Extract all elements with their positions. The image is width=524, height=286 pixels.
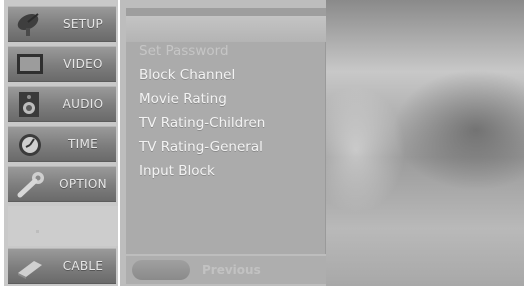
submenu-item-block-channel[interactable]: Block Channel <box>139 64 235 86</box>
lock-submenu: Set Password Block Channel Movie Rating … <box>126 42 326 254</box>
panel-header-bar <box>126 8 326 16</box>
menu-item-label: CABLE <box>62 259 104 273</box>
menu-item-audio[interactable]: AUDIO <box>8 86 116 122</box>
submenu-item-tv-rating-children[interactable]: TV Rating-Children <box>139 112 265 134</box>
menu-item-cable[interactable]: CABLE <box>8 248 116 284</box>
submenu-item-movie-rating[interactable]: Movie Rating <box>139 88 227 110</box>
menu-item-video[interactable]: VIDEO <box>8 46 116 82</box>
clock-icon <box>14 131 46 158</box>
satellite-dish-icon <box>14 11 46 38</box>
submenu-item-set-password[interactable]: Set Password <box>139 40 229 62</box>
menu-item-label: TIME <box>67 137 98 151</box>
panel-header <box>126 16 326 42</box>
menu-item-label: SETUP <box>62 17 104 31</box>
menu-item-label: OPTION <box>59 177 107 191</box>
menu-item-option[interactable]: OPTION <box>8 166 116 202</box>
previous-button[interactable] <box>132 260 190 280</box>
menu-dot <box>36 230 39 233</box>
menu-item-time[interactable]: TIME <box>8 126 116 162</box>
previous-label: Previous <box>202 263 261 277</box>
wrench-icon <box>14 171 46 198</box>
submenu-item-tv-rating-general[interactable]: TV Rating-General <box>139 136 263 158</box>
speaker-icon <box>14 91 46 118</box>
submenu-item-input-block[interactable]: Input Block <box>139 160 215 182</box>
menu-item-empty <box>8 206 118 246</box>
bottom-nav-bar: Previous <box>126 256 326 284</box>
menu-item-setup[interactable]: SETUP <box>8 6 116 42</box>
cable-icon <box>14 253 46 280</box>
menu-item-label: AUDIO <box>62 97 104 111</box>
monitor-icon <box>14 51 46 78</box>
main-menu: SETUP VIDEO AUDIO TIME OPTION CABLE <box>4 0 118 286</box>
background-image <box>326 0 524 286</box>
menu-item-label: VIDEO <box>63 57 103 71</box>
